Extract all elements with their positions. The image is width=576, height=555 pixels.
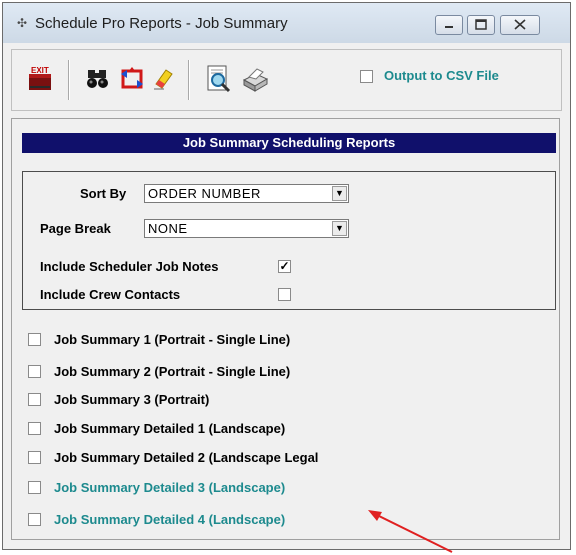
report-checkbox[interactable] xyxy=(28,451,41,464)
app-window: ✣ Schedule Pro Reports - Job Summary EXI… xyxy=(2,2,571,550)
sort-by-value: ORDER NUMBER xyxy=(148,186,261,201)
refresh-icon xyxy=(121,67,143,89)
report-label: Job Summary 1 (Portrait - Single Line) xyxy=(54,332,291,347)
chevron-down-icon[interactable]: ▼ xyxy=(332,221,347,236)
window-title: Schedule Pro Reports - Job Summary xyxy=(35,15,288,32)
preview-button[interactable] xyxy=(204,64,234,94)
toolbar: EXIT Output to CSV File xyxy=(11,49,562,111)
report-label: Job Summary Detailed 1 (Landscape) xyxy=(54,421,286,436)
window-app-icon: ✣ xyxy=(17,16,28,30)
title-bar[interactable]: ✣ Schedule Pro Reports - Job Summary xyxy=(3,3,570,43)
report-checkbox[interactable] xyxy=(28,393,41,406)
include-contacts-label: Include Crew Contacts xyxy=(40,287,181,302)
panel-banner: Job Summary Scheduling Reports xyxy=(22,133,556,153)
report-label: Job Summary Detailed 3 (Landscape) xyxy=(54,480,286,495)
report-label: Job Summary Detailed 2 (Landscape Legal xyxy=(54,450,319,465)
reports-panel: Job Summary Scheduling Reports Sort By O… xyxy=(11,118,560,540)
sort-by-label: Sort By xyxy=(80,186,127,201)
exit-label: EXIT xyxy=(31,66,49,75)
close-button[interactable] xyxy=(500,15,540,35)
checkmark-icon: ✓ xyxy=(279,259,290,273)
exit-button[interactable]: EXIT xyxy=(26,64,56,94)
page-break-select[interactable]: NONE ▼ xyxy=(144,219,349,238)
include-notes-label: Include Scheduler Job Notes xyxy=(40,259,219,274)
report-checkbox[interactable] xyxy=(28,481,41,494)
find-button[interactable] xyxy=(84,64,114,94)
csv-output-checkbox[interactable] xyxy=(360,70,373,83)
report-label: Job Summary Detailed 4 (Landscape) xyxy=(54,512,286,527)
page-break-label: Page Break xyxy=(40,221,111,236)
toolbar-separator xyxy=(188,60,189,100)
report-checkbox[interactable] xyxy=(28,365,41,378)
report-label: Job Summary 3 (Portrait) xyxy=(54,392,210,407)
report-checkbox[interactable] xyxy=(28,513,41,526)
report-label: Job Summary 2 (Portrait - Single Line) xyxy=(54,364,291,379)
include-contacts-checkbox[interactable] xyxy=(278,288,291,301)
print-button[interactable] xyxy=(240,64,270,94)
report-checkbox[interactable] xyxy=(28,422,41,435)
maximize-button[interactable] xyxy=(467,15,495,35)
chevron-down-icon[interactable]: ▼ xyxy=(332,186,347,201)
eraser-icon xyxy=(154,69,173,90)
page-break-value: NONE xyxy=(148,221,188,236)
toolbar-separator xyxy=(68,60,69,100)
report-checkbox[interactable] xyxy=(28,333,41,346)
csv-output-label: Output to CSV File xyxy=(384,68,499,83)
maximize-icon xyxy=(475,19,487,30)
minimize-icon xyxy=(445,26,453,28)
refresh-button[interactable] xyxy=(118,64,148,94)
printer-icon xyxy=(242,68,269,92)
binoculars-icon xyxy=(87,70,108,88)
close-icon xyxy=(514,19,526,30)
sort-by-select[interactable]: ORDER NUMBER ▼ xyxy=(144,184,349,203)
minimize-button[interactable] xyxy=(435,15,463,35)
options-group: Sort By ORDER NUMBER ▼ Page Break NONE ▼… xyxy=(22,171,556,310)
include-notes-checkbox[interactable]: ✓ xyxy=(278,260,291,273)
window-body: EXIT Output to CSV File Job Summary Sche… xyxy=(11,43,562,543)
clear-button[interactable] xyxy=(150,64,180,94)
preview-icon xyxy=(207,65,231,93)
